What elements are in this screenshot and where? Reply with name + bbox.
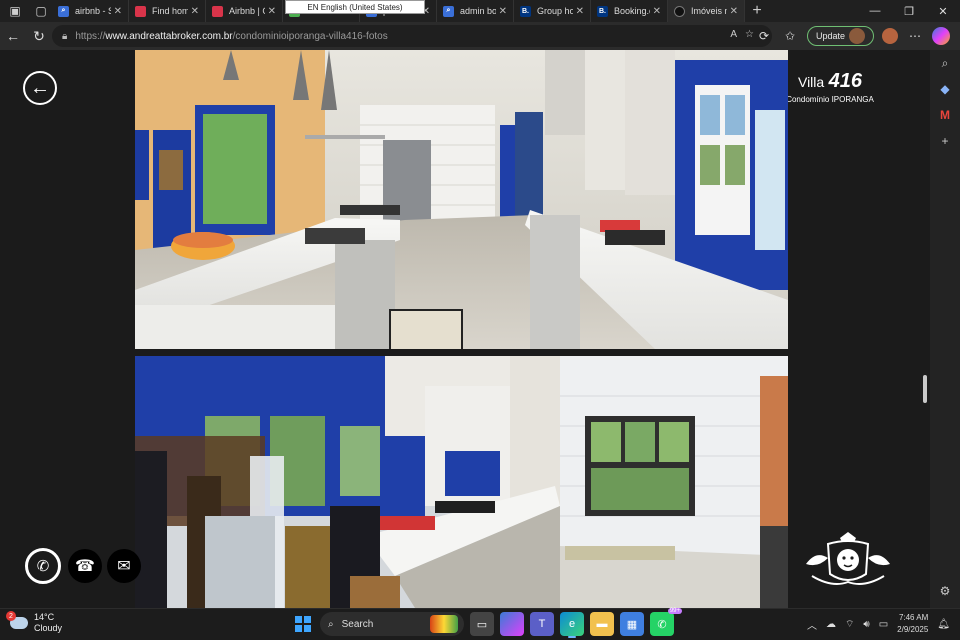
close-icon[interactable]: ✕	[191, 6, 199, 17]
store-icon[interactable]: ▦	[620, 612, 644, 636]
windows-start-icon[interactable]	[292, 613, 314, 635]
villa-brand-logo: Villa 416 Condomínio IPORANGA	[786, 70, 874, 104]
refresh-icon[interactable]: ↻	[26, 28, 52, 45]
browser-sidebar: ⌕ ◆ M + ⚙	[930, 50, 960, 608]
toolbar-right: ⟳ ✩ Update ⋯	[755, 26, 950, 46]
clock[interactable]: 7:46 AM 2/9/2025	[897, 612, 928, 636]
close-window-icon[interactable]: ✕	[926, 0, 960, 22]
task-view-icon[interactable]: ▭	[470, 612, 494, 636]
page-content: ← Villa 416 Condomínio IPORANGA ✆ ☎ ✉	[0, 50, 920, 608]
onedrive-icon[interactable]: ☁	[826, 619, 836, 630]
browser-tab[interactable]: B. Group ho ✕	[514, 0, 591, 22]
workspaces-icon[interactable]: ▣	[0, 0, 30, 22]
back-arrow-button[interactable]: ←	[23, 71, 57, 105]
taskbar-apps: ⌕ Search ▭ T e ▬ ▦ ✆ 99+	[292, 608, 682, 638]
taskbar-search[interactable]: ⌕ Search	[320, 612, 464, 636]
edge-icon[interactable]: e	[560, 612, 584, 638]
update-button[interactable]: Update	[806, 26, 874, 46]
airbnb-icon	[212, 5, 223, 17]
windows-taskbar: 2 14°C Cloudy ⌕ Search ▭ T e ▬ ▦ ✆ 99+ ︿ …	[0, 608, 960, 640]
whatsapp-button[interactable]: ✆	[25, 548, 61, 584]
email-icon: ✉	[117, 558, 131, 575]
close-icon[interactable]: ✕	[114, 6, 122, 17]
profile-avatar	[849, 28, 865, 44]
maximize-icon[interactable]: ❐	[892, 0, 926, 22]
system-tray: ︿ ☁ ⌔ 🔊︎ ▭ 7:46 AM 2/9/2025 🔔︎	[807, 612, 950, 636]
copilot-icon[interactable]	[932, 27, 950, 45]
tab-actions-icon[interactable]: ▢	[30, 0, 52, 22]
search-icon: ⌕	[328, 618, 334, 630]
page-scrollbar[interactable]	[920, 50, 930, 608]
file-explorer-icon[interactable]: ▬	[590, 612, 614, 636]
copilot-app-icon[interactable]	[500, 612, 524, 636]
booking-icon: B.	[597, 5, 608, 17]
wifi-icon[interactable]: ⌔	[845, 618, 854, 631]
browser-tab[interactable]: Find home✕	[129, 0, 206, 22]
close-icon[interactable]: ✕	[499, 6, 507, 17]
settings-icon[interactable]: ⚙	[930, 578, 960, 604]
site-icon	[674, 5, 685, 17]
profile-icon[interactable]	[882, 28, 898, 44]
phone-button[interactable]: ☎	[68, 549, 102, 583]
volume-icon[interactable]: 🔊︎	[863, 619, 869, 630]
minimize-icon[interactable]: —	[858, 0, 892, 22]
browser-tab[interactable]: ⌕ airbnb - S ✕	[52, 0, 129, 22]
extensions-icon[interactable]: ⟳	[755, 29, 773, 43]
favorites-icon[interactable]: ✩	[781, 29, 799, 43]
whatsapp-icon: ✆	[36, 558, 50, 575]
battery-icon[interactable]: ▭	[879, 619, 888, 630]
close-icon[interactable]: ✕	[576, 6, 584, 17]
whatsapp-app-icon[interactable]: ✆ 99+	[650, 608, 682, 636]
more-icon[interactable]: ⋯	[906, 29, 924, 43]
notifications-icon[interactable]: 🔔︎	[937, 619, 950, 630]
address-bar-row: ← ↻ 🔒︎ https://www.andreattabroker.com.b…	[0, 22, 960, 50]
kitchen-photo[interactable]	[135, 50, 788, 349]
cloud-icon: 2	[6, 611, 28, 629]
weather-widget[interactable]: 2 14°C Cloudy	[6, 611, 62, 634]
tab-bar: ▣ ▢ ⌕airbnb - S✕ Find home✕ Airbnb | C✕ …	[0, 0, 960, 22]
chevron-up-icon[interactable]: ︿	[807, 617, 817, 632]
close-icon[interactable]: ✕	[268, 6, 276, 17]
outlook-icon[interactable]: M	[930, 102, 960, 128]
search-icon: ⌕	[443, 5, 454, 17]
copilot-sidebar-icon[interactable]: ◆	[930, 76, 960, 102]
search-highlight-image	[430, 615, 458, 633]
email-button[interactable]: ✉	[107, 549, 141, 583]
bar-area-photo[interactable]	[135, 356, 788, 608]
scrollbar-thumb[interactable]	[923, 375, 927, 403]
browser-tab[interactable]: B. Booking.c ✕	[591, 0, 668, 22]
airbnb-icon	[135, 5, 146, 17]
url-field[interactable]: 🔒︎ https://www.andreattabroker.com.br/co…	[52, 25, 772, 47]
lock-icon[interactable]: 🔒︎	[62, 31, 67, 42]
translate-popup[interactable]: EN English (United States)	[285, 0, 425, 14]
back-icon[interactable]: ←	[0, 28, 26, 44]
window-controls: — ❐ ✕	[858, 0, 960, 22]
browser-tab[interactable]: ⌕ admin bo ✕	[437, 0, 514, 22]
browser-tab-active[interactable]: Imóveis n ✕	[668, 0, 745, 22]
search-icon: ⌕	[58, 5, 69, 17]
booking-icon: B.	[520, 5, 531, 17]
close-icon[interactable]: ✕	[730, 6, 738, 17]
browser-tab[interactable]: Airbnb | C✕	[206, 0, 283, 22]
phone-icon: ☎	[75, 558, 95, 575]
add-icon[interactable]: +	[930, 128, 960, 154]
new-tab-button[interactable]: +	[745, 2, 769, 20]
teams-icon[interactable]: T	[530, 612, 554, 636]
search-icon[interactable]: ⌕	[930, 50, 960, 76]
lion-crest-logo	[806, 532, 890, 585]
close-icon[interactable]: ✕	[653, 6, 661, 17]
